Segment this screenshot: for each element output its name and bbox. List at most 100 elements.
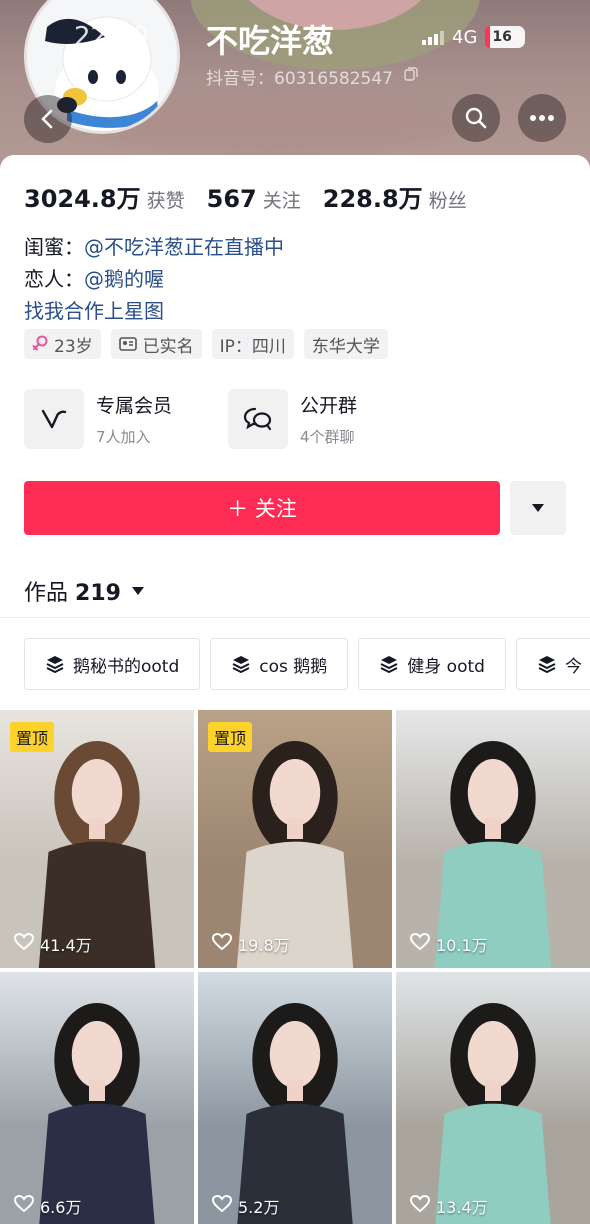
video-tile[interactable]: 5.2万 (198, 972, 392, 1224)
collection-chip[interactable]: 健身 ootd (358, 638, 506, 690)
membership-subtitle: 7人加入 (96, 428, 151, 446)
verified-tag: 已实名 (110, 329, 202, 359)
group-title: 公开群 (300, 395, 358, 417)
collection-chip-label: 今 (564, 656, 582, 677)
collection-chip[interactable]: 今 (515, 638, 590, 690)
video-likes: 41.4万 (13, 932, 92, 956)
works-label: 作品 (24, 581, 69, 606)
likes-label: 获赞 (146, 190, 185, 212)
status-time: 22:59 (74, 22, 149, 52)
bestie-mention-link[interactable]: @不吃洋葱正在直播中 (84, 235, 284, 259)
video-likes-count: 6.6万 (40, 1198, 82, 1217)
group-subtitle: 4个群聊 (300, 428, 355, 446)
membership-icon-box (24, 389, 84, 449)
layers-icon (46, 656, 64, 674)
layers-icon (232, 656, 250, 674)
chat-bubbles-icon (243, 407, 272, 431)
membership-entry[interactable]: 专属会员 7人加入 (24, 389, 172, 449)
video-likes-count: 41.4万 (40, 936, 92, 955)
heart-icon (13, 932, 35, 955)
bio-partner: 恋人：@鹅的喔 (24, 263, 164, 292)
id-card-icon (118, 337, 137, 351)
following-count[interactable]: 567 (207, 185, 257, 213)
group-icon-box (228, 389, 288, 449)
battery-icon: 16 (485, 26, 526, 48)
v-badge-icon (41, 409, 67, 429)
more-icon (530, 115, 554, 121)
collection-chips: 鹅秘书的ootd cos 鹅鹅 健身 ootd 今 (24, 638, 590, 690)
video-likes-count: 10.1万 (436, 936, 488, 955)
profile-name: 不吃洋葱 (206, 22, 335, 60)
profile-tags: 23岁 已实名 IP：四川 东华大学 (24, 329, 388, 359)
video-tile[interactable]: 13.4万 (396, 972, 590, 1224)
collection-chip-label: cos 鹅鹅 (259, 656, 328, 677)
video-likes: 10.1万 (409, 932, 488, 956)
caret-down-icon (532, 504, 544, 512)
female-icon (32, 335, 48, 351)
status-bar: 4G 16 (422, 26, 526, 48)
search-icon (465, 107, 487, 129)
caret-down-icon (131, 587, 144, 595)
followers-label[interactable]: 粉丝 (429, 186, 467, 213)
video-likes: 6.6万 (13, 1194, 82, 1218)
heart-icon (409, 932, 431, 955)
chevron-left-icon (41, 109, 53, 129)
partner-mention-link[interactable]: @鹅的喔 (84, 267, 164, 291)
video-likes: 19.8万 (211, 932, 290, 956)
divider (0, 617, 590, 618)
video-likes-count: 5.2万 (238, 1198, 280, 1217)
bio-partner-label: 恋人： (24, 267, 84, 291)
ip-text: IP：四川 (219, 336, 286, 357)
pinned-badge: 置顶 (10, 722, 55, 752)
video-likes-count: 13.4万 (436, 1198, 488, 1217)
collab-link[interactable]: 找我合作上星图 (24, 295, 164, 324)
likes-count: 3024.8万 (24, 185, 141, 213)
follow-button[interactable]: ＋ 关注 (24, 481, 500, 535)
pinned-badge: 置顶 (208, 722, 253, 752)
back-button[interactable] (24, 95, 72, 143)
group-chat-entry[interactable]: 公开群 4个群聊 (228, 389, 357, 449)
network-type: 4G (452, 26, 478, 48)
school-tag[interactable]: 东华大学 (303, 329, 388, 359)
ip-tag: IP：四川 (211, 329, 294, 359)
more-options-button[interactable] (518, 94, 566, 142)
collection-chip[interactable]: 鹅秘书的ootd (24, 638, 201, 690)
heart-icon (13, 1194, 35, 1217)
collection-chip-label: 健身 ootd (407, 656, 485, 677)
video-tile[interactable]: 置顶 19.8万 (198, 710, 392, 968)
collection-chip-label: 鹅秘书的ootd (73, 656, 180, 677)
membership-title: 专属会员 (96, 395, 173, 417)
bio-bestie-label: 闺蜜： (24, 235, 84, 259)
layers-icon (538, 656, 556, 674)
collection-chip[interactable]: cos 鹅鹅 (210, 638, 349, 690)
verified-text: 已实名 (142, 336, 194, 357)
following-label[interactable]: 关注 (263, 186, 301, 213)
video-tile[interactable]: 10.1万 (396, 710, 590, 968)
age-text: 23岁 (54, 336, 93, 357)
layers-icon (380, 656, 398, 674)
heart-icon (409, 1194, 431, 1217)
followers-count[interactable]: 228.8万 (323, 179, 423, 214)
video-tile[interactable]: 6.6万 (0, 972, 194, 1224)
bio-bestie: 闺蜜：@不吃洋葱正在直播中 (24, 231, 284, 260)
school-text: 东华大学 (311, 336, 380, 357)
video-likes-count: 19.8万 (238, 936, 290, 955)
follow-dropdown-button[interactable] (510, 481, 566, 535)
douyin-id[interactable]: 抖音号：60316582547 (206, 64, 393, 89)
age-tag: 23岁 (24, 329, 101, 359)
video-thumbnail (39, 1002, 155, 1224)
video-thumbnail (237, 1002, 353, 1224)
signal-icon (422, 29, 444, 45)
heart-icon (211, 1194, 233, 1217)
works-count: 219 (75, 581, 121, 606)
works-tab[interactable]: 作品 219 (24, 575, 145, 607)
video-likes: 13.4万 (409, 1194, 488, 1218)
video-likes: 5.2万 (211, 1194, 280, 1218)
heart-icon (211, 932, 233, 955)
search-button[interactable] (452, 94, 500, 142)
battery-level: 16 (492, 29, 512, 45)
copy-icon[interactable] (404, 67, 418, 81)
video-tile[interactable]: 置顶 41.4万 (0, 710, 194, 968)
video-thumbnail (435, 1002, 551, 1224)
profile-stats: 3024.8万 获赞 567 关注 228.8万 粉丝 (24, 179, 489, 214)
